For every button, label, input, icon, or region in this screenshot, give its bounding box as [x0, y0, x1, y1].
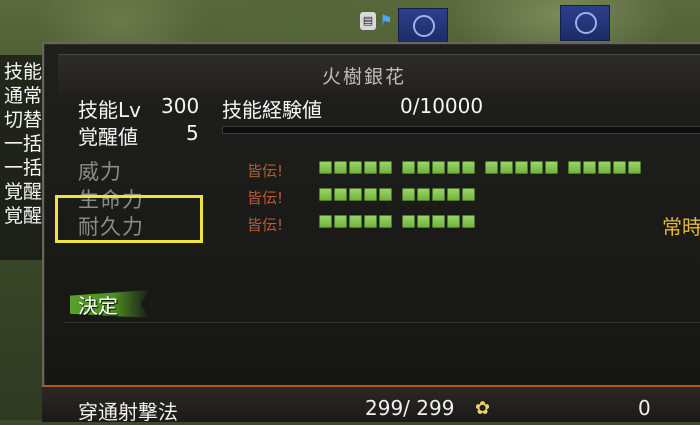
stat-segment — [364, 188, 377, 201]
hud-icons: ▤ ⚑ — [360, 12, 394, 30]
stat-segment — [598, 161, 611, 174]
stat-segment — [402, 215, 415, 228]
effect-type-label: 常時 — [662, 215, 700, 239]
stat-segment — [432, 215, 445, 228]
awaken-value: 5 — [186, 121, 199, 145]
stat-segment-group — [319, 161, 392, 174]
stat-segment — [462, 188, 475, 201]
stat-tag-durability: 皆伝! — [247, 216, 284, 234]
stat-segment-group — [319, 188, 392, 201]
dialog-title: 火樹銀花 — [321, 66, 406, 88]
stat-segment — [319, 161, 332, 174]
stat-segment — [432, 161, 445, 174]
bottom-skill-value: 0 — [638, 396, 651, 420]
stat-segment — [364, 161, 377, 174]
stat-segment — [417, 161, 430, 174]
stat-segment — [417, 188, 430, 201]
stat-bars-durability — [319, 215, 475, 228]
banner-flag — [398, 8, 448, 44]
stat-segment-group — [402, 161, 475, 174]
banner-flag — [560, 5, 610, 41]
stat-segment — [530, 161, 543, 174]
selection-highlight — [55, 195, 203, 243]
stat-segment-group — [568, 161, 641, 174]
stat-segment — [349, 161, 362, 174]
stat-segment — [402, 161, 415, 174]
stat-segment — [349, 215, 362, 228]
bottom-skill-count: 299/ 299 — [365, 396, 455, 420]
stat-segment — [462, 215, 475, 228]
stat-segment-group — [402, 215, 475, 228]
stat-segment — [334, 215, 347, 228]
stat-segment — [628, 161, 641, 174]
stat-bars-power — [319, 161, 641, 174]
stat-segment — [379, 215, 392, 228]
stat-segment — [349, 188, 362, 201]
stat-bars-life — [319, 188, 475, 201]
stat-segment — [319, 215, 332, 228]
stat-tag-life: 皆伝! — [247, 189, 284, 207]
stat-segment — [545, 161, 558, 174]
stat-segment — [568, 161, 581, 174]
stat-segment — [402, 188, 415, 201]
flower-icon: ✿ — [475, 398, 491, 419]
divider — [64, 322, 700, 323]
stat-segment-group — [402, 188, 475, 201]
stat-segment-group — [485, 161, 558, 174]
flag-icon: ⚑ — [379, 13, 393, 29]
stat-segment — [379, 161, 392, 174]
stat-segment — [515, 161, 528, 174]
stat-segment-group — [319, 215, 392, 228]
stat-segment — [447, 215, 460, 228]
menu-icon: ▤ — [360, 12, 376, 30]
stat-tag-power: 皆伝! — [247, 162, 284, 180]
stat-label-power: 威力 — [78, 160, 122, 184]
stat-segment — [613, 161, 626, 174]
stat-segment — [319, 188, 332, 201]
stat-segment — [432, 188, 445, 201]
skill-exp-label: 技能経験値 — [222, 98, 322, 122]
confirm-button-label[interactable]: 決定 — [78, 290, 118, 319]
stat-segment — [334, 188, 347, 201]
awaken-label: 覚醒値 — [78, 125, 138, 149]
stat-segment — [417, 215, 430, 228]
stat-segment — [364, 215, 377, 228]
stat-segment — [447, 188, 460, 201]
skill-exp-value: 0/10000 — [400, 94, 484, 118]
stat-segment — [583, 161, 596, 174]
stat-segment — [462, 161, 475, 174]
skill-level-label: 技能Lv — [78, 98, 141, 122]
stat-segment — [379, 188, 392, 201]
skill-exp-progress-bar — [222, 126, 700, 134]
bottom-skill-name: 穿通射撃法 — [78, 400, 178, 424]
stat-segment — [500, 161, 513, 174]
skill-level-value: 300 — [161, 94, 200, 118]
stat-segment — [447, 161, 460, 174]
stat-segment — [485, 161, 498, 174]
stat-segment — [334, 161, 347, 174]
